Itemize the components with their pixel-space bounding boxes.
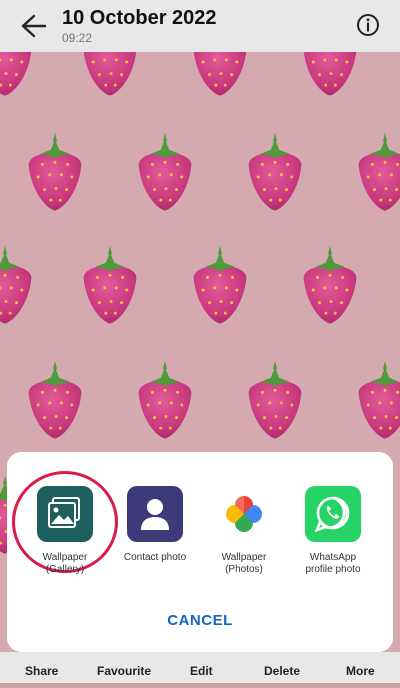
option-label: WhatsApp profile photo (305, 552, 361, 575)
strawberry-graphic (358, 360, 400, 439)
photo-date-title: 10 October 2022 (62, 7, 217, 29)
strawberry-graphic (28, 132, 82, 211)
strawberry-graphic (303, 17, 357, 96)
strawberry-graphic (83, 17, 137, 96)
edit-button[interactable]: Edit (190, 664, 213, 678)
strawberry-graphic (248, 360, 302, 439)
favourite-button[interactable]: Favourite (97, 664, 151, 678)
option-label: Wallpaper (Photos) (221, 552, 267, 575)
info-icon[interactable] (356, 13, 380, 37)
strawberry-graphic (83, 245, 137, 324)
option-whatsapp-profile-photo[interactable]: WhatsApp profile photo (287, 486, 379, 576)
option-label: Wallpaper (Gallery) (42, 552, 88, 575)
strawberry-graphic (0, 245, 32, 324)
top-app-bar: 10 October 2022 09:22 (0, 0, 400, 52)
set-as-bottom-sheet: Wallpaper (Gallery) Contact photo Wallpa… (7, 452, 393, 652)
strawberry-graphic (248, 132, 302, 211)
delete-button[interactable]: Delete (264, 664, 300, 678)
contact-person-icon (127, 486, 183, 542)
option-label: Contact photo (123, 552, 187, 563)
gallery-wallpaper-icon (37, 486, 93, 542)
strawberry-graphic (193, 17, 247, 96)
cancel-button[interactable]: CANCEL (7, 612, 393, 629)
strawberry-graphic (358, 132, 400, 211)
strawberry-graphic (138, 360, 192, 439)
strawberry-graphic (138, 132, 192, 211)
photo-time: 09:22 (62, 31, 93, 45)
bottom-action-bar: Share Favourite Edit Delete More (0, 652, 400, 683)
whatsapp-icon (305, 486, 361, 542)
strawberry-graphic (193, 245, 247, 324)
strawberry-graphic (0, 17, 32, 96)
option-wallpaper-photos[interactable]: Wallpaper (Photos) (198, 486, 290, 576)
strawberry-graphic (28, 360, 82, 439)
more-button[interactable]: More (346, 664, 375, 678)
option-wallpaper-gallery[interactable]: Wallpaper (Gallery) (19, 486, 111, 576)
strawberry-graphic (303, 245, 357, 324)
google-photos-pinwheel-icon (216, 486, 272, 542)
option-contact-photo[interactable]: Contact photo (109, 486, 201, 564)
share-button[interactable]: Share (25, 664, 58, 678)
back-arrow-icon[interactable] (18, 12, 48, 40)
